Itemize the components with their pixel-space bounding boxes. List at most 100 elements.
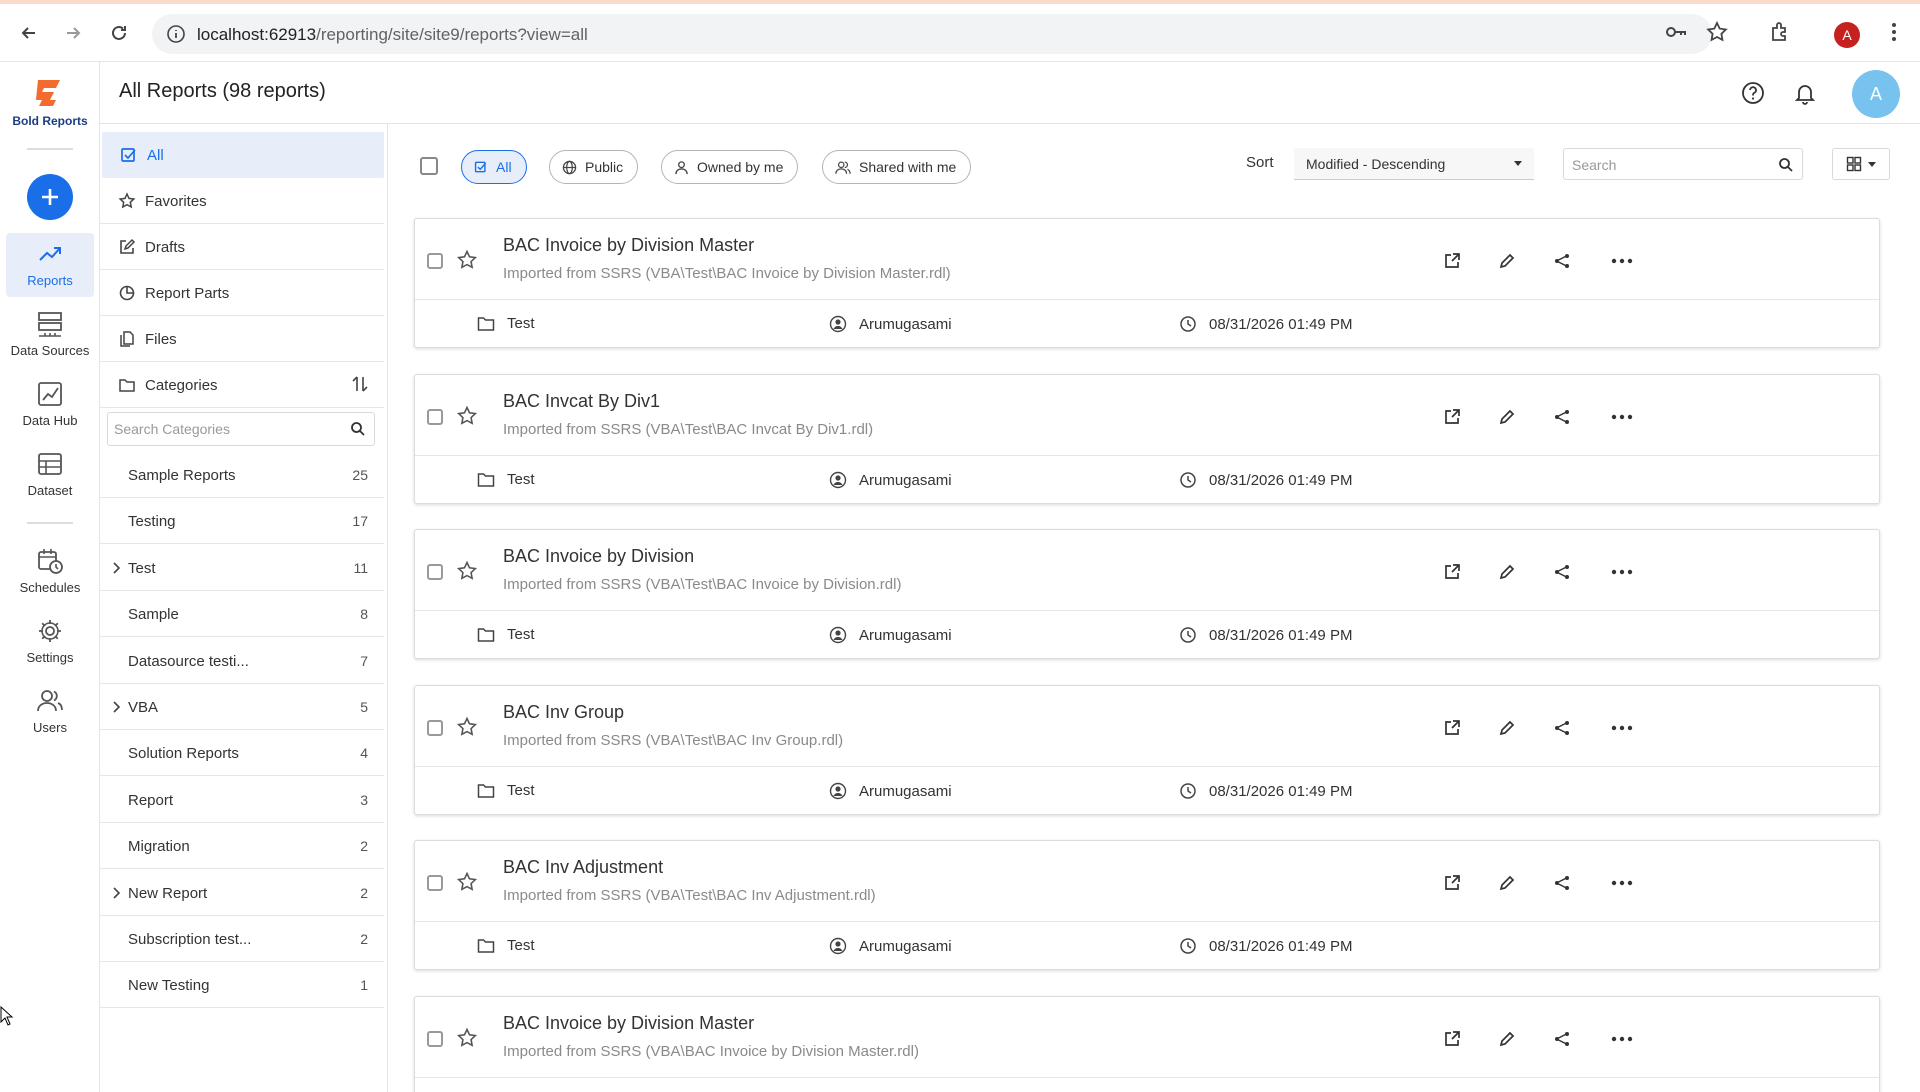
report-checkbox[interactable] xyxy=(427,564,443,580)
chevron-right-icon[interactable] xyxy=(112,886,122,900)
more-options-icon[interactable] xyxy=(1607,249,1637,273)
view-toggle-button[interactable] xyxy=(1832,148,1890,180)
sort-arrows-icon[interactable] xyxy=(350,374,370,394)
site-info-icon[interactable] xyxy=(166,24,186,44)
more-options-icon[interactable] xyxy=(1607,1027,1637,1051)
favorite-star-icon[interactable] xyxy=(456,560,478,582)
forward-arrow-icon[interactable] xyxy=(58,18,88,48)
report-title[interactable]: BAC Invoice by Division Master xyxy=(503,1013,754,1034)
edit-pencil-icon[interactable] xyxy=(1495,716,1519,740)
report-card[interactable]: BAC Invoice by Division Master Imported f… xyxy=(414,996,1880,1092)
user-avatar[interactable]: A xyxy=(1852,70,1900,118)
search-icon[interactable] xyxy=(350,421,366,437)
edit-pencil-icon[interactable] xyxy=(1495,405,1519,429)
report-title[interactable]: BAC Inv Adjustment xyxy=(503,857,663,878)
rail-item-reports[interactable]: Reports xyxy=(6,233,94,297)
report-checkbox[interactable] xyxy=(427,875,443,891)
sort-dropdown[interactable]: Modified - Descending xyxy=(1294,148,1534,180)
report-checkbox[interactable] xyxy=(427,720,443,736)
favorite-star-icon[interactable] xyxy=(456,405,478,427)
open-external-icon[interactable] xyxy=(1440,871,1464,895)
browser-menu-icon[interactable] xyxy=(1882,20,1906,44)
nav-categories[interactable]: Categories xyxy=(100,362,384,408)
nav-all[interactable]: All xyxy=(102,132,384,178)
category-search-input[interactable] xyxy=(114,419,334,439)
rail-item-schedules[interactable]: Schedules xyxy=(6,540,94,604)
report-title[interactable]: BAC Inv Group xyxy=(503,702,624,723)
report-search-input[interactable] xyxy=(1572,155,1762,175)
browser-profile-avatar[interactable]: A xyxy=(1834,22,1860,48)
filter-owned-button[interactable]: Owned by me xyxy=(661,150,799,184)
share-icon[interactable] xyxy=(1550,1027,1574,1051)
report-checkbox[interactable] xyxy=(427,409,443,425)
report-title[interactable]: BAC Invoice by Division Master xyxy=(503,235,754,256)
edit-pencil-icon[interactable] xyxy=(1495,560,1519,584)
category-item[interactable]: Sample Reports 25 xyxy=(100,452,384,498)
category-item[interactable]: Datasource testi... 7 xyxy=(100,638,384,684)
chevron-right-icon[interactable] xyxy=(112,561,122,575)
category-item[interactable]: Solution Reports 4 xyxy=(100,730,384,776)
create-new-button[interactable] xyxy=(27,174,73,220)
filter-all-button[interactable]: All xyxy=(461,150,527,184)
bell-icon[interactable] xyxy=(1792,80,1820,108)
nav-drafts[interactable]: Drafts xyxy=(100,224,384,270)
report-card[interactable]: BAC Inv Group Imported from SSRS (VBA\Tes… xyxy=(414,685,1880,815)
share-icon[interactable] xyxy=(1550,871,1574,895)
more-options-icon[interactable] xyxy=(1607,871,1637,895)
filter-shared-button[interactable]: Shared with me xyxy=(822,150,972,184)
share-icon[interactable] xyxy=(1550,716,1574,740)
report-checkbox[interactable] xyxy=(427,253,443,269)
more-options-icon[interactable] xyxy=(1607,716,1637,740)
back-arrow-icon[interactable] xyxy=(14,18,44,48)
open-external-icon[interactable] xyxy=(1440,716,1464,740)
reload-icon[interactable] xyxy=(104,18,134,48)
rail-item-settings[interactable]: Settings xyxy=(6,610,94,674)
category-item[interactable]: New Testing 1 xyxy=(100,962,384,1008)
nav-favorites[interactable]: Favorites xyxy=(100,178,384,224)
favorite-star-icon[interactable] xyxy=(456,1027,478,1049)
report-card[interactable]: BAC Invoice by Division Imported from SSR… xyxy=(414,529,1880,659)
report-title[interactable]: BAC Invoice by Division xyxy=(503,546,694,567)
category-item[interactable]: New Report 2 xyxy=(100,870,384,916)
bookmark-star-icon[interactable] xyxy=(1705,20,1729,44)
password-key-icon[interactable] xyxy=(1664,20,1688,44)
share-icon[interactable] xyxy=(1550,405,1574,429)
report-checkbox[interactable] xyxy=(427,1031,443,1047)
edit-pencil-icon[interactable] xyxy=(1495,249,1519,273)
category-item[interactable]: Testing 17 xyxy=(100,498,384,544)
rail-item-users[interactable]: Users xyxy=(6,680,94,744)
report-card[interactable]: BAC Inv Adjustment Imported from SSRS (VB… xyxy=(414,840,1880,970)
category-item[interactable]: Report 3 xyxy=(100,777,384,823)
more-options-icon[interactable] xyxy=(1607,405,1637,429)
open-external-icon[interactable] xyxy=(1440,405,1464,429)
open-external-icon[interactable] xyxy=(1440,249,1464,273)
category-item[interactable]: VBA 5 xyxy=(100,684,384,730)
report-card[interactable]: BAC Invcat By Div1 Imported from SSRS (VB… xyxy=(414,374,1880,504)
help-icon[interactable] xyxy=(1740,80,1768,108)
category-item[interactable]: Migration 2 xyxy=(100,823,384,869)
edit-pencil-icon[interactable] xyxy=(1495,1027,1519,1051)
rail-item-data-hub[interactable]: Data Hub xyxy=(6,373,94,437)
category-item[interactable]: Sample 8 xyxy=(100,591,384,637)
brand-logo[interactable]: Bold Reports xyxy=(0,76,100,128)
open-external-icon[interactable] xyxy=(1440,1027,1464,1051)
report-title[interactable]: BAC Invcat By Div1 xyxy=(503,391,660,412)
category-item[interactable]: Test 11 xyxy=(100,545,384,591)
extensions-icon[interactable] xyxy=(1768,20,1792,44)
favorite-star-icon[interactable] xyxy=(456,249,478,271)
open-external-icon[interactable] xyxy=(1440,560,1464,584)
category-item[interactable]: Subscription test... 2 xyxy=(100,916,384,962)
rail-item-dataset[interactable]: Dataset xyxy=(6,443,94,507)
search-icon[interactable] xyxy=(1778,157,1794,173)
address-bar[interactable]: localhost:62913/reporting/site/site9/rep… xyxy=(152,14,1712,54)
favorite-star-icon[interactable] xyxy=(456,716,478,738)
share-icon[interactable] xyxy=(1550,249,1574,273)
nav-files[interactable]: Files xyxy=(100,316,384,362)
chevron-right-icon[interactable] xyxy=(112,700,122,714)
edit-pencil-icon[interactable] xyxy=(1495,871,1519,895)
filter-public-button[interactable]: Public xyxy=(549,150,639,184)
favorite-star-icon[interactable] xyxy=(456,871,478,893)
select-all-checkbox[interactable] xyxy=(420,157,438,175)
rail-item-data-sources[interactable]: Data Sources xyxy=(6,303,94,367)
share-icon[interactable] xyxy=(1550,560,1574,584)
